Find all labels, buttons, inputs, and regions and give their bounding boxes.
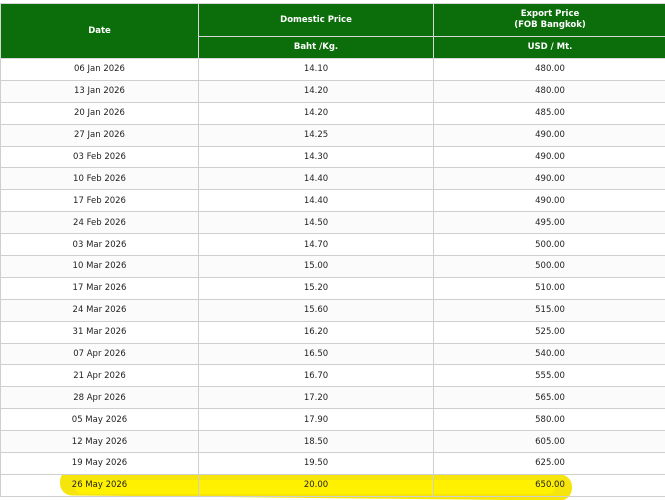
cell-export-price: 510.00 bbox=[433, 276, 665, 300]
cell-domestic-price: 15.60 bbox=[198, 298, 434, 322]
cell-date: 12 May 2026 bbox=[0, 430, 199, 454]
cell-export-price: 555.00 bbox=[433, 364, 665, 388]
price-table-view: Date Domestic Price Export Price (FOB Ba… bbox=[0, 0, 665, 500]
cell-date: 19 May 2026 bbox=[0, 452, 199, 475]
cell-export-price: 580.00 bbox=[433, 408, 665, 432]
cell-export-price: 480.00 bbox=[433, 58, 665, 81]
cell-export-price: 515.00 bbox=[433, 298, 665, 322]
cell-date: 24 Mar 2026 bbox=[0, 298, 199, 322]
table-row: 24 Feb 2026 14.50 495.00 bbox=[0, 211, 665, 235]
cell-export-price: 490.00 bbox=[433, 123, 665, 147]
table-row: 28 Apr 2026 17.20 565.00 bbox=[0, 386, 665, 410]
header-export-unit: USD / Mt. bbox=[433, 36, 665, 59]
cell-date: 20 Jan 2026 bbox=[0, 101, 199, 125]
table-row: 24 Mar 2026 15.60 515.00 bbox=[0, 298, 665, 322]
cell-domestic-price: 15.00 bbox=[198, 255, 434, 278]
cell-domestic-price: 14.20 bbox=[198, 79, 434, 103]
header-export-price: Export Price (FOB Bangkok) bbox=[433, 3, 665, 37]
table-row: 26 May 2026 20.00 650.00 bbox=[0, 473, 665, 497]
cell-export-price: 540.00 bbox=[433, 342, 665, 366]
cell-date: 06 Jan 2026 bbox=[0, 58, 199, 81]
cell-domestic-price: 16.70 bbox=[198, 364, 434, 388]
cell-domestic-price: 14.70 bbox=[198, 233, 434, 257]
price-table: Date Domestic Price Export Price (FOB Ba… bbox=[0, 3, 665, 497]
cell-export-price: 605.00 bbox=[433, 430, 665, 454]
table-row: 05 May 2026 17.90 580.00 bbox=[0, 408, 665, 432]
cell-domestic-price: 14.30 bbox=[198, 145, 434, 169]
cell-date: 10 Feb 2026 bbox=[0, 167, 199, 191]
cell-domestic-price: 14.50 bbox=[198, 211, 434, 235]
table-row: 03 Mar 2026 14.70 500.00 bbox=[0, 233, 665, 257]
cell-domestic-price: 17.20 bbox=[198, 386, 434, 410]
cell-export-price: 490.00 bbox=[433, 189, 665, 213]
cell-export-price: 525.00 bbox=[433, 320, 665, 344]
table-row: 06 Jan 2026 14.10 480.00 bbox=[0, 58, 665, 81]
table-header: Date Domestic Price Export Price (FOB Ba… bbox=[0, 3, 665, 59]
table-row: 27 Jan 2026 14.25 490.00 bbox=[0, 123, 665, 147]
cell-export-price: 490.00 bbox=[433, 167, 665, 191]
table-row: 13 Jan 2026 14.20 480.00 bbox=[0, 79, 665, 103]
cell-export-price: 650.00 bbox=[433, 473, 665, 497]
cell-domestic-price: 14.40 bbox=[198, 189, 434, 213]
cell-domestic-price: 18.50 bbox=[198, 430, 434, 454]
table-row: 17 Feb 2026 14.40 490.00 bbox=[0, 189, 665, 213]
cell-export-price: 625.00 bbox=[433, 452, 665, 475]
cell-export-price: 490.00 bbox=[433, 145, 665, 169]
header-export-price-title: Export Price bbox=[520, 9, 580, 19]
cell-export-price: 495.00 bbox=[433, 211, 665, 235]
cell-date: 05 May 2026 bbox=[0, 408, 199, 432]
cell-domestic-price: 14.40 bbox=[198, 167, 434, 191]
table-row: 10 Feb 2026 14.40 490.00 bbox=[0, 167, 665, 191]
table-row: 20 Jan 2026 14.20 485.00 bbox=[0, 101, 665, 125]
cell-date: 17 Mar 2026 bbox=[0, 276, 199, 300]
cell-date: 10 Mar 2026 bbox=[0, 255, 199, 278]
cell-domestic-price: 20.00 bbox=[198, 473, 434, 497]
header-export-price-subtitle: (FOB Bangkok) bbox=[514, 20, 586, 30]
cell-date: 03 Mar 2026 bbox=[0, 233, 199, 257]
table-row: 07 Apr 2026 16.50 540.00 bbox=[0, 342, 665, 366]
table-row: 17 Mar 2026 15.20 510.00 bbox=[0, 276, 665, 300]
cell-date: 03 Feb 2026 bbox=[0, 145, 199, 169]
table-row: 31 Mar 2026 16.20 525.00 bbox=[0, 320, 665, 344]
table-row: 03 Feb 2026 14.30 490.00 bbox=[0, 145, 665, 169]
cell-domestic-price: 17.90 bbox=[198, 408, 434, 432]
cell-domestic-price: 16.20 bbox=[198, 320, 434, 344]
cell-domestic-price: 19.50 bbox=[198, 452, 434, 475]
cell-export-price: 500.00 bbox=[433, 233, 665, 257]
cell-date: 26 May 2026 bbox=[0, 473, 199, 497]
table-row: 10 Mar 2026 15.00 500.00 bbox=[0, 255, 665, 278]
header-domestic-price: Domestic Price bbox=[198, 3, 434, 37]
table-row: 21 Apr 2026 16.70 555.00 bbox=[0, 364, 665, 388]
cell-export-price: 480.00 bbox=[433, 79, 665, 103]
cell-date: 27 Jan 2026 bbox=[0, 123, 199, 147]
table-body: 06 Jan 2026 14.10 480.00 13 Jan 2026 14.20 48… bbox=[0, 58, 665, 497]
cell-domestic-price: 14.25 bbox=[198, 123, 434, 147]
cell-date: 21 Apr 2026 bbox=[0, 364, 199, 388]
cell-date: 28 Apr 2026 bbox=[0, 386, 199, 410]
table-row: 19 May 2026 19.50 625.00 bbox=[0, 452, 665, 475]
cell-date: 31 Mar 2026 bbox=[0, 320, 199, 344]
cell-date: 17 Feb 2026 bbox=[0, 189, 199, 213]
cell-domestic-price: 16.50 bbox=[198, 342, 434, 366]
table-row: 12 May 2026 18.50 605.00 bbox=[0, 430, 665, 454]
cell-date: 13 Jan 2026 bbox=[0, 79, 199, 103]
cell-export-price: 565.00 bbox=[433, 386, 665, 410]
cell-export-price: 500.00 bbox=[433, 255, 665, 278]
cell-export-price: 485.00 bbox=[433, 101, 665, 125]
header-date: Date bbox=[0, 3, 199, 59]
cell-domestic-price: 15.20 bbox=[198, 276, 434, 300]
cell-domestic-price: 14.10 bbox=[198, 58, 434, 81]
cell-date: 24 Feb 2026 bbox=[0, 211, 199, 235]
cell-date: 07 Apr 2026 bbox=[0, 342, 199, 366]
header-domestic-unit: Baht /Kg. bbox=[198, 36, 434, 59]
cell-domestic-price: 14.20 bbox=[198, 101, 434, 125]
